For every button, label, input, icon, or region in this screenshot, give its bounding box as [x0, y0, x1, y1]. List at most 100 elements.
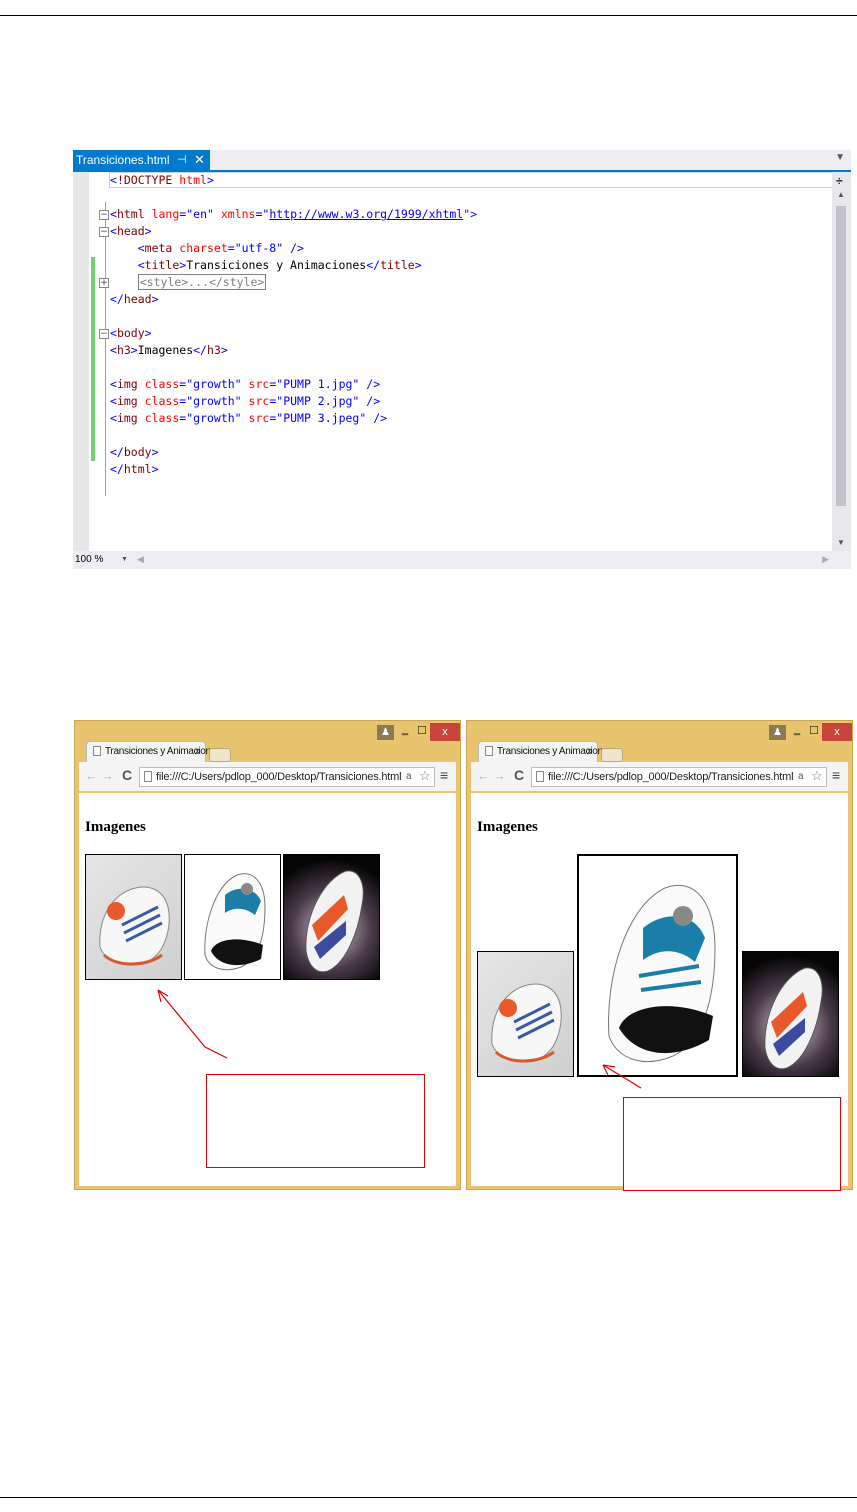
code-token: !DOCTYPE — [116, 173, 180, 187]
editor-tab-bar: Transiciones.html ⊣ ✕ ▼ — [73, 150, 851, 170]
horizontal-scrollbar[interactable]: 100 % ▼ ◀ ▶ — [73, 551, 851, 569]
code-token: body — [123, 445, 152, 459]
code-token: title — [144, 258, 180, 272]
code-line: <img class="growth" src="PUMP 1.jpg" /> — [110, 376, 380, 392]
change-tracking-bar — [91, 257, 95, 461]
scroll-down-icon[interactable]: ▼ — [837, 538, 845, 547]
code-token: < — [110, 224, 117, 238]
code-token: /> — [373, 411, 388, 425]
top-page-rule — [0, 15, 857, 16]
code-token: h3 — [206, 343, 221, 357]
code-token: img — [116, 411, 138, 425]
chevron-down-icon[interactable]: ▼ — [835, 152, 845, 163]
vertical-scrollbar[interactable]: ÷ ▲ ▼ — [832, 172, 851, 551]
fold-toggle-icon[interactable]: − — [99, 210, 109, 220]
code-token: xmlns — [220, 207, 256, 221]
browser-window-before: ♟ ‗ ☐ x Transiciones y Animacion x ← → C… — [74, 720, 461, 1190]
current-line-highlight — [109, 172, 850, 188]
code-token: class — [144, 394, 180, 408]
annotation-arrow — [157, 989, 228, 1059]
code-token: html — [179, 173, 207, 187]
code-token: "en" — [186, 207, 214, 221]
code-token: < — [110, 377, 117, 391]
code-line: <head> — [110, 223, 152, 239]
code-token: "PUMP 3.jpeg" — [276, 411, 367, 425]
code-line: <img class="growth" src="PUMP 2.jpg" /> — [110, 393, 380, 409]
code-token: > — [151, 292, 159, 306]
code-token: < — [110, 394, 117, 408]
code-token: </ — [110, 292, 124, 306]
fold-toggle-icon[interactable]: − — [99, 329, 109, 339]
scroll-up-icon[interactable]: ▲ — [837, 190, 845, 199]
code-token: </ — [366, 258, 381, 272]
close-icon[interactable]: ✕ — [194, 150, 205, 170]
code-token: /> — [366, 377, 381, 391]
code-token: < — [110, 326, 117, 340]
code-token: < — [110, 207, 117, 221]
editor-tab[interactable]: Transiciones.html ⊣ ✕ — [73, 150, 210, 170]
code-token: "growth" — [186, 394, 242, 408]
code-token: head — [123, 292, 152, 306]
scrollbar-thumb[interactable] — [836, 206, 846, 506]
code-token: > — [206, 173, 214, 187]
code-line: <meta charset="utf-8" /> — [110, 240, 304, 256]
code-token: > — [220, 343, 228, 357]
annotation-arrow — [602, 1064, 642, 1089]
bottom-page-rule — [0, 1497, 857, 1498]
code-token: > — [414, 258, 422, 272]
code-token: "PUMP 2.jpg" — [276, 394, 360, 408]
code-token: html — [123, 462, 152, 476]
editor-margin — [73, 172, 89, 551]
code-token: > — [151, 445, 159, 459]
zoom-dropdown-icon[interactable]: ▼ — [121, 556, 128, 563]
code-token: </ — [110, 462, 124, 476]
code-token: < — [137, 258, 145, 272]
browser-window-after: ♟ ‗ ☐ x Transiciones y Animacion x ← → C… — [466, 720, 853, 1191]
code-token: </ — [110, 445, 124, 459]
code-token: "growth" — [186, 411, 242, 425]
code-token: > — [144, 224, 152, 238]
code-token: /> — [366, 394, 381, 408]
code-token: /> — [290, 241, 304, 255]
code-token: charset — [179, 241, 228, 255]
expand-toggle-icon[interactable]: + — [99, 278, 109, 288]
code-token: src — [248, 411, 270, 425]
code-token: head — [116, 224, 145, 238]
code-token[interactable]: http://www.w3.org/1999/xhtml — [269, 207, 463, 221]
code-line: <!DOCTYPE html> — [110, 172, 214, 188]
code-area[interactable]: − − + − <!DOCTYPE html> <html lang="en" x… — [89, 172, 850, 551]
code-line: <h3>Imagenes</h3> — [110, 342, 228, 358]
code-token: img — [116, 377, 138, 391]
scroll-left-icon[interactable]: ◀ — [137, 554, 144, 565]
code-token: > — [130, 343, 138, 357]
collapsed-region[interactable]: <style>...</style> — [137, 274, 267, 290]
pin-icon[interactable]: ⊣ — [177, 150, 187, 170]
outline-line — [105, 202, 106, 496]
code-token: </ — [193, 343, 207, 357]
code-token: meta — [144, 241, 173, 255]
editor-tab-title: Transiciones.html — [76, 153, 170, 167]
fold-toggle-icon[interactable]: − — [99, 227, 109, 237]
code-token: title — [380, 258, 415, 272]
code-line: </html> — [110, 461, 159, 477]
zoom-level[interactable]: 100 % — [75, 554, 103, 565]
code-line: <body> — [110, 325, 152, 341]
code-token: < — [137, 241, 145, 255]
code-token: < — [110, 173, 117, 187]
scroll-right-icon[interactable]: ▶ — [822, 554, 829, 565]
code-line: <title>Transiciones y Animaciones</title… — [110, 257, 422, 273]
code-token: class — [144, 411, 180, 425]
split-handle-icon[interactable]: ÷ — [836, 174, 843, 188]
code-line: <html lang="en" xmlns="http://www.w3.org… — [110, 206, 477, 222]
code-token: h3 — [116, 343, 131, 357]
